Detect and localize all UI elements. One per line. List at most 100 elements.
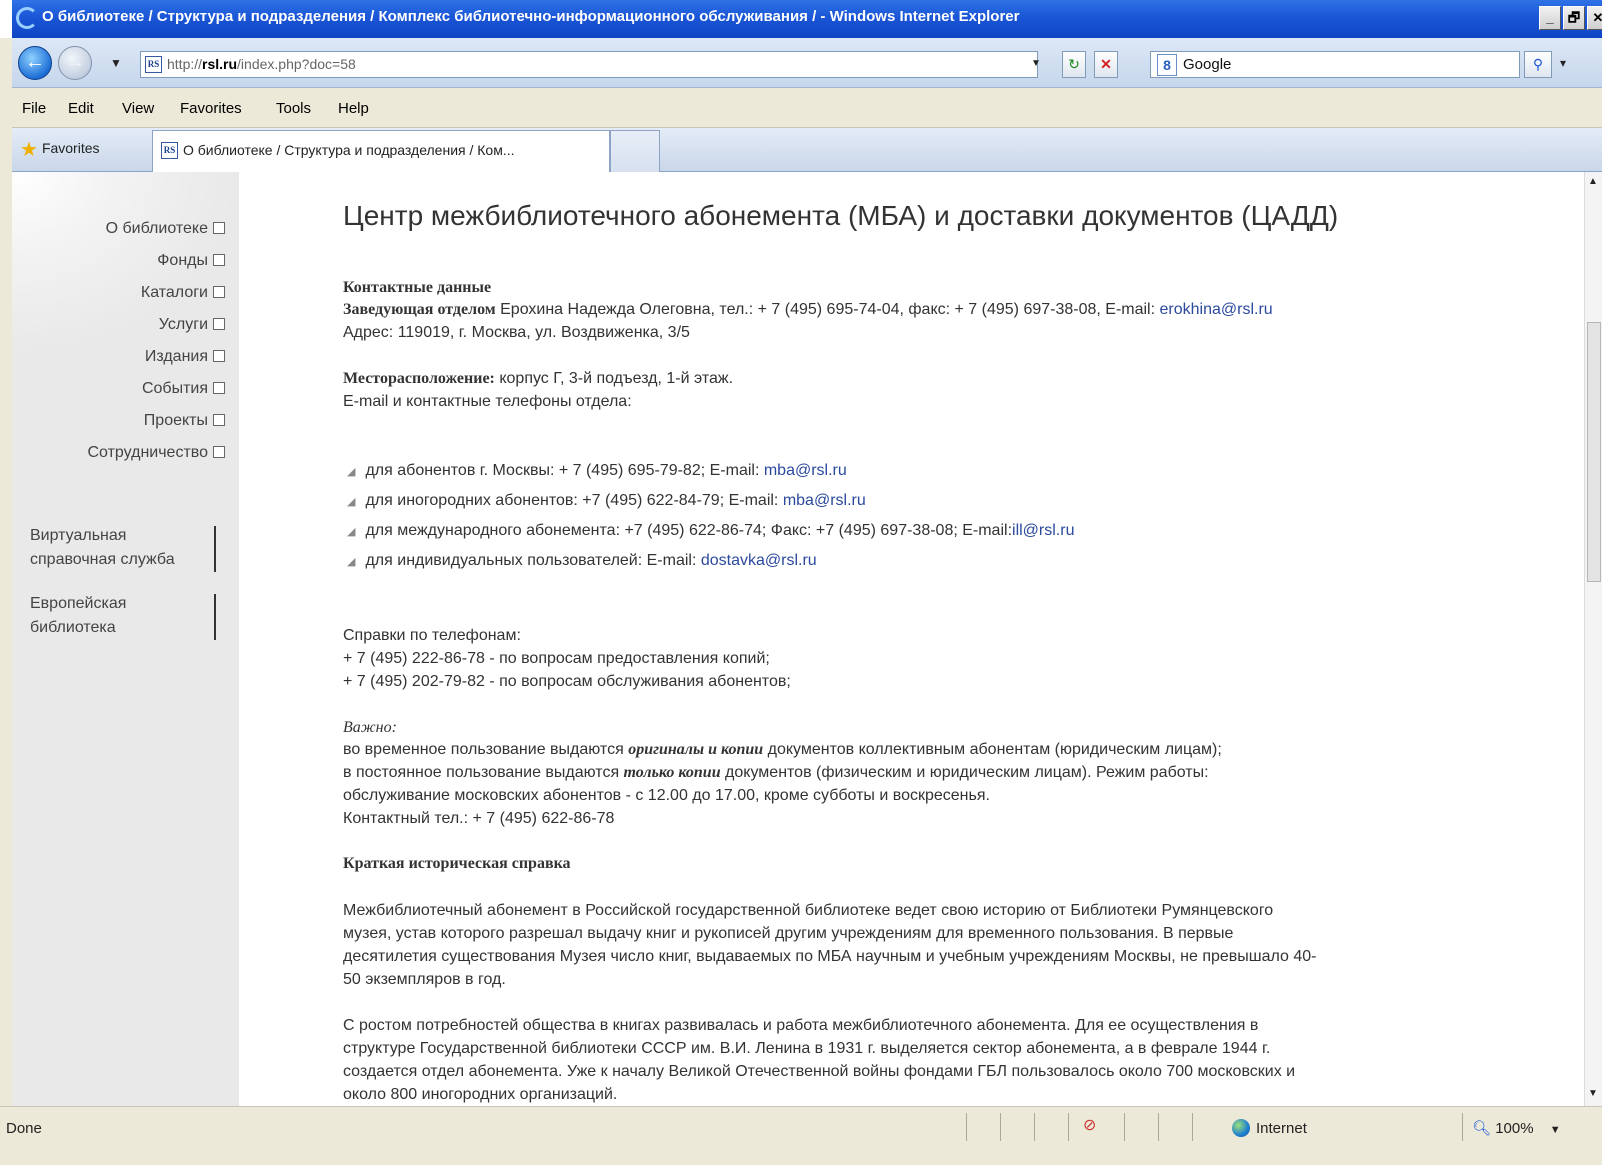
back-button[interactable]: ← bbox=[18, 46, 52, 80]
emphasis: только копии bbox=[623, 764, 721, 781]
scroll-up-icon[interactable]: ▲ bbox=[1588, 176, 1598, 187]
text-segment: документов (физическим и юридическим лиц… bbox=[720, 764, 1209, 781]
sidebar-link-line: справочная служба bbox=[30, 551, 175, 568]
menu-view[interactable]: View bbox=[122, 100, 154, 117]
sidebar-item-funds[interactable]: Фонды bbox=[157, 252, 225, 270]
search-button[interactable]: ⚲ bbox=[1524, 51, 1552, 78]
minimize-button[interactable]: _ bbox=[1539, 6, 1561, 30]
history-paragraph-line: создается отдел абонемента. Уже к началу… bbox=[343, 1063, 1296, 1080]
address-dropdown-icon[interactable]: ▼ bbox=[1026, 52, 1046, 77]
list-item-text: для иногородних абонентов: +7 (495) 622-… bbox=[365, 492, 783, 509]
sidebar-link-line: библиотека bbox=[30, 619, 116, 636]
history-paragraph-line: Межбиблиотечный абонемент в Российской г… bbox=[343, 902, 1274, 919]
search-options-icon[interactable]: ▾ bbox=[1560, 56, 1566, 70]
sidebar-item-about[interactable]: О библиотеке bbox=[106, 220, 225, 238]
text-segment: в постоянное пользование выдаются bbox=[343, 764, 624, 781]
restore-button[interactable]: 🗗 bbox=[1563, 6, 1585, 30]
status-pane bbox=[1124, 1113, 1125, 1141]
email-link[interactable]: mba@rsl.ru bbox=[783, 492, 866, 509]
sidebar-link-line: Европейская bbox=[30, 595, 127, 612]
close-window-button[interactable]: ✕ bbox=[1587, 6, 1602, 30]
email-link[interactable]: ill@rsl.ru bbox=[1012, 522, 1074, 539]
stop-icon: ✕ bbox=[1100, 56, 1112, 72]
forward-button[interactable]: → bbox=[58, 46, 92, 80]
tab-active[interactable]: RS О библиотеке / Структура и подразделе… bbox=[152, 130, 610, 172]
page-icon bbox=[213, 318, 225, 330]
phones-title: Справки по телефонам: bbox=[343, 627, 521, 644]
history-paragraph-line: 50 экземпляров в год. bbox=[343, 971, 506, 988]
sidebar-item-projects[interactable]: Проекты bbox=[144, 412, 225, 430]
sidebar-item-label: Фонды bbox=[157, 252, 208, 269]
location-text: корпус Г, 3-й подъезд, 1-й этаж. bbox=[494, 370, 734, 387]
sidebar-item-catalogs[interactable]: Каталоги bbox=[141, 284, 225, 302]
menu-edit[interactable]: Edit bbox=[68, 100, 94, 117]
email-link[interactable]: mba@rsl.ru bbox=[764, 462, 847, 479]
list-item-text: для индивидуальных пользователей: E-mail… bbox=[365, 552, 701, 569]
tab-title: О библиотеке / Структура и подразделения… bbox=[183, 142, 515, 158]
list-item: ◢ для международного абонемента: +7 (495)… bbox=[347, 519, 1074, 544]
search-input[interactable]: 8 Google bbox=[1150, 51, 1520, 78]
window-left-border bbox=[0, 38, 12, 1128]
head-text: Ерохина Надежда Олеговна, тел.: + 7 (495… bbox=[495, 301, 1160, 318]
sidebar-item-label: Каталоги bbox=[140, 284, 208, 301]
divider bbox=[214, 594, 216, 640]
head-label: Заведующая отделом bbox=[343, 301, 496, 318]
sidebar-item-publications[interactable]: Издания bbox=[145, 348, 225, 366]
vertical-scrollbar[interactable]: ▲ ▼ bbox=[1584, 172, 1602, 1106]
emphasis: оригиналы и копии bbox=[628, 741, 764, 758]
popup-blocker-icon[interactable]: ⊘ bbox=[1068, 1113, 1112, 1141]
status-pane bbox=[1000, 1113, 1001, 1141]
bullet-icon: ◢ bbox=[347, 466, 356, 478]
zoom-control[interactable]: 🔍︎ 100% ▼ bbox=[1472, 1119, 1561, 1137]
important-line: обслуживание московских абонентов - с 12… bbox=[343, 787, 990, 804]
ie-logo-icon bbox=[16, 7, 38, 29]
refresh-button[interactable]: ↻ bbox=[1062, 51, 1086, 78]
search-provider-icon: 8 bbox=[1157, 54, 1177, 76]
address-text: Адрес: 119019, г. Москва, ул. Воздвиженк… bbox=[343, 324, 690, 341]
stop-button[interactable]: ✕ bbox=[1094, 51, 1118, 78]
menu-help[interactable]: Help bbox=[338, 100, 369, 117]
scroll-down-icon[interactable]: ▼ bbox=[1588, 1088, 1598, 1099]
window-title: О библиотеке / Структура и подразделения… bbox=[42, 8, 1020, 25]
back-arrow-icon: ← bbox=[25, 51, 45, 73]
list-item: ◢ для иногородних абонентов: +7 (495) 622… bbox=[347, 489, 866, 514]
zone-label: Internet bbox=[1256, 1120, 1307, 1137]
contact-title: Контактные данные bbox=[343, 279, 492, 296]
sidebar-item-label: События bbox=[141, 380, 208, 397]
site-favicon-icon: RS bbox=[145, 56, 162, 73]
menu-favorites[interactable]: Favorites bbox=[180, 100, 242, 117]
sidebar-item-services[interactable]: Услуги bbox=[159, 316, 225, 334]
favorites-star-icon: ★ bbox=[20, 139, 38, 161]
head-email-link[interactable]: erokhina@rsl.ru bbox=[1160, 301, 1273, 318]
page-title: Центр межбиблиотечного абонемента (МБА) … bbox=[343, 200, 1339, 231]
new-tab-button[interactable] bbox=[610, 130, 660, 172]
status-pane bbox=[1192, 1113, 1193, 1141]
url-prefix: http:// bbox=[167, 56, 203, 72]
sidebar-link-european-library[interactable]: Европейская библиотека bbox=[30, 592, 230, 640]
sidebar-item-events[interactable]: События bbox=[142, 380, 225, 398]
history-dropdown-icon[interactable]: ▼ bbox=[110, 56, 122, 70]
important-line: в постоянное пользование выдаются только… bbox=[343, 761, 1209, 784]
scroll-thumb[interactable] bbox=[1587, 322, 1601, 582]
zoom-level: 100% bbox=[1495, 1120, 1534, 1137]
sidebar-item-label: О библиотеке bbox=[105, 220, 208, 237]
bullet-icon: ◢ bbox=[347, 556, 356, 568]
security-zone[interactable]: Internet bbox=[1232, 1119, 1307, 1137]
menu-file[interactable]: File bbox=[22, 100, 46, 117]
sidebar-link-virtual-reference[interactable]: Виртуальная справочная служба bbox=[30, 524, 230, 572]
list-item: ◢ для индивидуальных пользователей: E-mai… bbox=[347, 549, 817, 574]
sidebar-item-label: Проекты bbox=[143, 412, 208, 429]
email-link[interactable]: dostavka@rsl.ru bbox=[701, 552, 817, 569]
status-text: Done bbox=[6, 1120, 42, 1137]
text-segment: во временное пользование выдаются bbox=[343, 741, 629, 758]
menu-tools[interactable]: Tools bbox=[276, 100, 311, 117]
favorites-button[interactable]: ★ Favorites bbox=[20, 137, 100, 162]
location-label: Месторасположение: bbox=[343, 370, 495, 387]
list-item-text: для международного абонемента: +7 (495) … bbox=[365, 522, 1013, 539]
history-paragraph-line: структуре Государственной библиотеки ССС… bbox=[343, 1040, 1271, 1057]
address-input[interactable]: RS http://rsl.ru/index.php?doc=58 bbox=[140, 51, 1038, 78]
sidebar-item-cooperation[interactable]: Сотрудничество bbox=[87, 444, 225, 462]
bullet-icon: ◢ bbox=[347, 526, 356, 538]
sidebar-link-line: Виртуальная bbox=[30, 527, 127, 544]
important-line: во временное пользование выдаются оригин… bbox=[343, 738, 1222, 761]
